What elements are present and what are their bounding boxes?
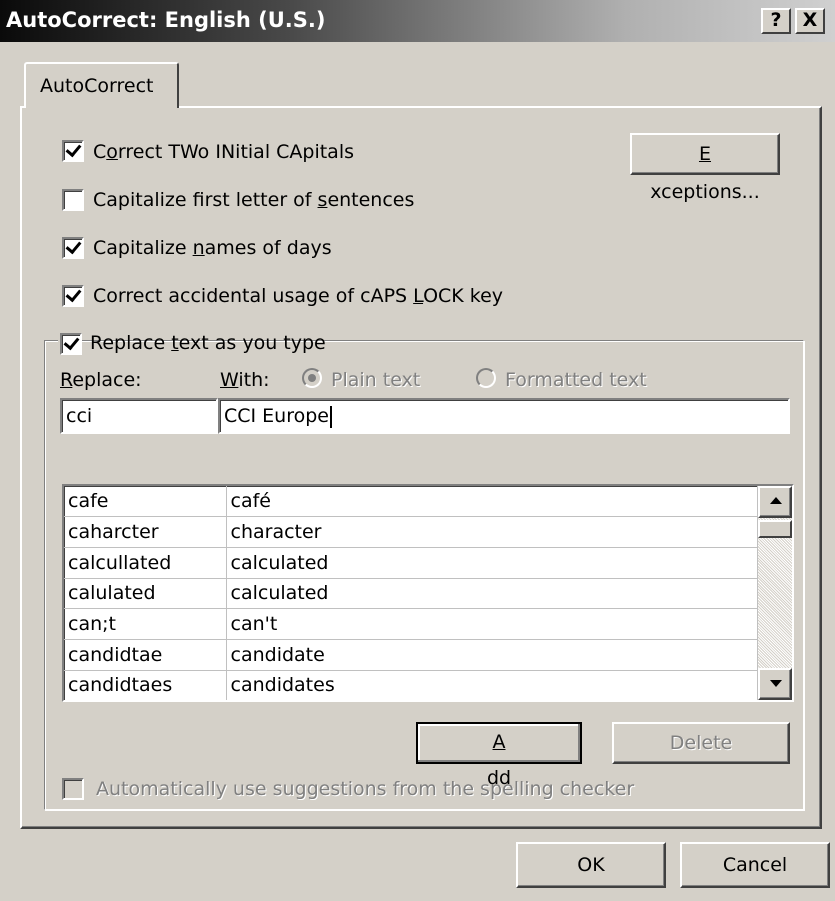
- plain-text-label: Plain text: [331, 369, 421, 391]
- replace-input-value: cci: [66, 405, 93, 427]
- capitalize-names-of-days-label: Capitalize names of days: [93, 237, 332, 259]
- add-button[interactable]: Add: [416, 722, 582, 789]
- correct-two-initial-capitals-label: Correct TWo INitial CApitals: [93, 141, 355, 163]
- entries-table: cafe café caharcter character calcullated cal…: [64, 486, 758, 700]
- correct-two-initial-capitals-checkbox[interactable]: [62, 140, 84, 162]
- text-caret: [330, 405, 332, 428]
- entry-replace-cell: caharcter: [64, 516, 227, 548]
- spelling-suggestions-checkbox[interactable]: [62, 778, 84, 800]
- spelling-suggestions-label: Automatically use suggestions from the s…: [96, 778, 635, 800]
- arrow-up-icon: [770, 497, 782, 504]
- capitalize-first-letter-label: Capitalize first letter of sentences: [93, 189, 415, 211]
- exceptions-button-label: Exceptions...: [650, 143, 760, 203]
- list-item[interactable]: calcullated calculated: [64, 547, 758, 579]
- replace-label: Replace:: [60, 369, 142, 391]
- help-button[interactable]: ?: [761, 8, 791, 34]
- scroll-up-button[interactable]: [758, 486, 792, 518]
- title-bar[interactable]: AutoCorrect: English (U.S.) ? X: [0, 0, 835, 42]
- replace-text-checkbox[interactable]: [60, 333, 82, 355]
- list-item[interactable]: caharcter character: [64, 516, 758, 548]
- list-item[interactable]: calulated calculated: [64, 578, 758, 610]
- list-scrollbar[interactable]: [758, 486, 792, 700]
- ok-button-label: OK: [577, 854, 605, 876]
- entry-replace-cell: calcullated: [64, 547, 227, 579]
- cancel-button[interactable]: Cancel: [680, 842, 830, 888]
- replace-text-label: Replace text as you type: [90, 332, 326, 354]
- list-item[interactable]: cafe café: [64, 486, 758, 518]
- correct-caps-lock-checkbox[interactable]: [62, 285, 84, 307]
- entry-replace-cell: candidtae: [64, 639, 227, 671]
- entry-replace-cell: calulated: [64, 578, 227, 610]
- close-button[interactable]: X: [795, 8, 825, 34]
- list-item[interactable]: candidtaes candidates: [64, 670, 758, 700]
- scroll-thumb[interactable]: [758, 520, 792, 538]
- entry-replace-cell: candidtaes: [64, 670, 227, 700]
- delete-button[interactable]: Delete: [612, 722, 790, 764]
- formatted-text-radio[interactable]: [476, 368, 496, 388]
- formatted-text-label: Formatted text: [505, 369, 647, 391]
- entry-with-cell: candidates: [226, 670, 758, 700]
- entry-with-cell: café: [226, 486, 758, 518]
- with-input-value: CCI Europe: [224, 405, 329, 427]
- autocorrect-entries-list[interactable]: cafe café caharcter character calcullated cal…: [62, 484, 794, 702]
- capitalize-names-of-days-checkbox[interactable]: [62, 237, 84, 259]
- delete-button-label: Delete: [669, 732, 733, 754]
- entry-with-cell: character: [226, 516, 758, 548]
- exceptions-button[interactable]: Exceptions...: [630, 133, 780, 203]
- replace-text-legend: Replace text as you type: [58, 329, 326, 357]
- window-title: AutoCorrect: English (U.S.): [6, 8, 326, 32]
- entry-with-cell: candidate: [226, 639, 758, 671]
- scroll-down-button[interactable]: [758, 668, 792, 700]
- capitalize-first-letter-checkbox[interactable]: [62, 189, 84, 211]
- entry-with-cell: can't: [226, 608, 758, 640]
- entry-with-cell: calculated: [226, 578, 758, 610]
- replace-input[interactable]: cci: [60, 398, 218, 434]
- list-item[interactable]: can;t can't: [64, 608, 758, 640]
- entry-replace-cell: can;t: [64, 608, 227, 640]
- arrow-down-icon: [770, 680, 782, 687]
- entry-replace-cell: cafe: [64, 486, 227, 518]
- with-label: With:: [220, 369, 270, 391]
- plain-text-radio[interactable]: [302, 368, 322, 388]
- tab-autocorrect[interactable]: AutoCorrect: [24, 62, 179, 108]
- list-item[interactable]: candidtae candidate: [64, 639, 758, 671]
- autocorrect-dialog: AutoCorrect: English (U.S.) ? X AutoCorr…: [0, 0, 835, 901]
- correct-caps-lock-label: Correct accidental usage of cAPS LOCK ke…: [93, 285, 504, 307]
- cancel-button-label: Cancel: [722, 854, 788, 876]
- ok-button[interactable]: OK: [516, 842, 666, 888]
- entry-with-cell: calculated: [226, 547, 758, 579]
- tab-autocorrect-label: AutoCorrect: [40, 75, 154, 97]
- with-input[interactable]: CCI Europe: [218, 398, 790, 434]
